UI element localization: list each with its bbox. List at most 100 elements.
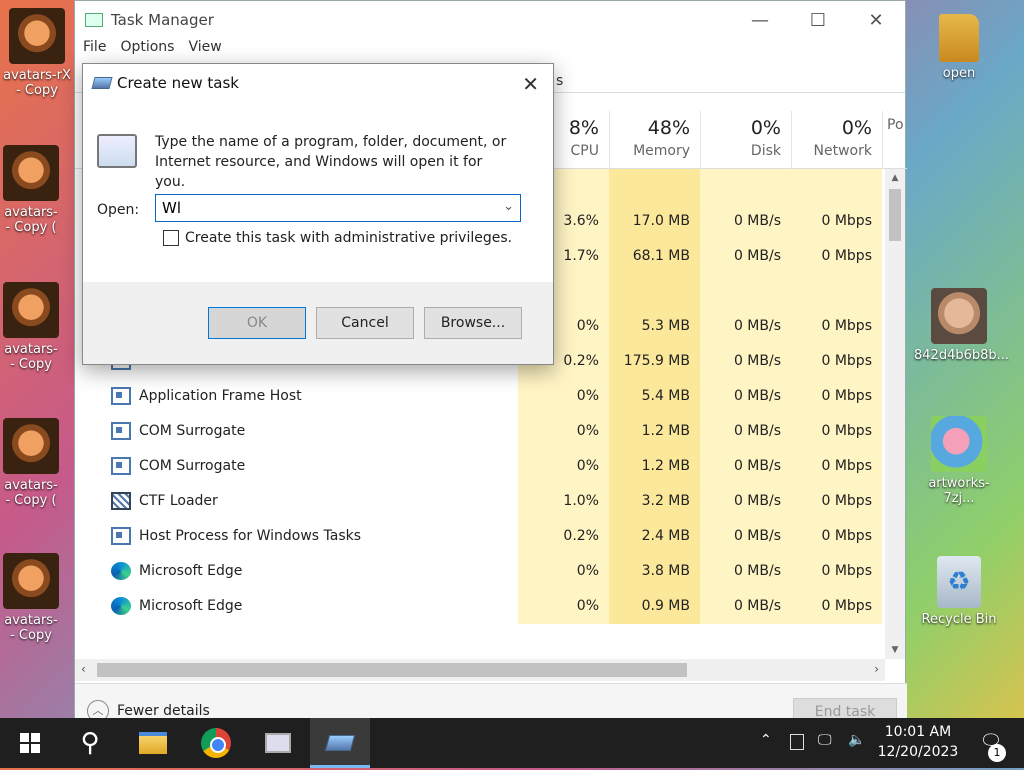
menu-file[interactable]: File — [83, 39, 106, 63]
disk-cell: 0 MB/s — [700, 309, 791, 344]
column-memory[interactable]: 48% Memory — [609, 111, 700, 169]
image-thumbnail-icon — [3, 282, 59, 338]
desktop-icon-842d[interactable]: 842d4b6b8b... — [914, 288, 1009, 363]
memory-cell: 5.3 MB — [609, 309, 700, 344]
desktop-icon-recycle-bin[interactable]: Recycle Bin — [914, 556, 1004, 627]
disk-cell: 0 MB/s — [700, 484, 791, 519]
disk-cell: 0 MB/s — [700, 204, 791, 239]
table-row[interactable]: Microsoft Edge 0% 0.9 MB 0 MB/s 0 Mbps — [75, 589, 885, 624]
dialog-body: Create new task ✕ Type the name of a pro… — [83, 64, 553, 282]
taskbar-file-explorer[interactable] — [123, 718, 183, 768]
memory-cell: 3.8 MB — [609, 554, 700, 589]
notification-center-button[interactable]: 🗨 1 — [966, 718, 1016, 768]
disk-cell: 0 MB/s — [700, 344, 791, 379]
memory-label: Memory — [633, 143, 690, 159]
minimize-button[interactable]: — — [731, 10, 789, 31]
disk-cell: 0 MB/s — [700, 239, 791, 274]
desktop-icon-avatars-5[interactable]: avatars- - Copy — [0, 553, 76, 643]
run-icon — [324, 735, 356, 751]
table-row[interactable]: CTF Loader 1.0% 3.2 MB 0 MB/s 0 Mbps — [75, 484, 885, 519]
dialog-description: Type the name of a program, folder, docu… — [155, 134, 507, 190]
window-title: Task Manager — [111, 11, 214, 29]
network-cell: 0 Mbps — [791, 589, 882, 624]
start-button[interactable] — [0, 718, 60, 768]
memory-cell: 17.0 MB — [609, 204, 700, 239]
table-row[interactable]: COM Surrogate 0% 1.2 MB 0 MB/s 0 Mbps — [75, 414, 885, 449]
desktop-icon-label: avatars- — [4, 205, 58, 220]
fewer-details-label: Fewer details — [117, 703, 210, 719]
desktop-icon-label: open — [942, 66, 976, 81]
volume-muted-icon[interactable]: 🔈 — [848, 732, 865, 748]
network-icon[interactable]: 🖵 — [818, 732, 832, 748]
power-label: Po — [887, 117, 904, 133]
open-combobox[interactable]: ⌄ — [155, 194, 521, 222]
chevron-up-icon[interactable]: ⌃ — [760, 732, 772, 748]
title-bar[interactable]: Task Manager — ☐ ✕ — [75, 1, 905, 39]
desktop-icon-label: - Copy — [10, 357, 52, 372]
taskbar-task-manager[interactable] — [248, 718, 308, 768]
desktop-icon-artworks[interactable]: artworks-7zj... — [914, 416, 1004, 506]
run-program-icon — [97, 134, 137, 168]
table-row[interactable]: Microsoft Edge 0% 3.8 MB 0 MB/s 0 Mbps — [75, 554, 885, 589]
desktop-icon-avatars-3[interactable]: avatars- - Copy — [0, 282, 76, 372]
tablet-icon[interactable] — [790, 734, 804, 750]
open-input[interactable] — [156, 195, 486, 221]
clock[interactable]: 10:01 AM 12/20/2023 — [872, 722, 964, 762]
cpu-cell: 0% — [518, 379, 609, 414]
menu-bar: File Options View — [75, 39, 905, 63]
cancel-button[interactable]: Cancel — [316, 307, 414, 339]
taskbar-run-dialog[interactable] — [310, 718, 370, 768]
menu-options[interactable]: Options — [120, 39, 174, 63]
desktop-icon-avatars-4[interactable]: avatars- - Copy ( — [0, 418, 76, 508]
horizontal-scrollbar[interactable]: ‹ › — [75, 659, 885, 681]
desktop-icon-label: avatars- — [4, 342, 58, 357]
close-button[interactable]: ✕ — [847, 10, 905, 31]
network-cell — [791, 169, 882, 204]
table-row[interactable]: Application Frame Host 0% 5.4 MB 0 MB/s 0 Mb… — [75, 379, 885, 414]
process-name: COM Surrogate — [139, 423, 246, 439]
desktop-icon-label: avatars-rX — [3, 68, 71, 83]
chevron-down-icon[interactable]: ⌄ — [503, 199, 514, 214]
network-percent: 0% — [841, 117, 872, 139]
task-manager-icon — [85, 13, 103, 27]
dialog-title-bar[interactable]: Create new task — [83, 64, 553, 102]
network-label: Network — [813, 143, 872, 159]
ok-button[interactable]: OK — [208, 307, 306, 339]
scroll-left-icon[interactable]: ‹ — [81, 662, 86, 676]
image-thumbnail-icon — [3, 553, 59, 609]
dialog-title: Create new task — [117, 74, 239, 92]
maximize-button[interactable]: ☐ — [789, 10, 847, 31]
scroll-thumb[interactable] — [889, 189, 901, 241]
clock-date: 12/20/2023 — [877, 744, 959, 760]
cpu-cell: 0% — [518, 589, 609, 624]
admin-checkbox[interactable] — [163, 230, 179, 246]
search-button[interactable]: ⚲ — [60, 718, 120, 768]
scroll-right-icon[interactable]: › — [874, 662, 879, 676]
desktop-icon-avatars-1[interactable]: avatars-rX - Copy — [0, 8, 82, 98]
task-manager-icon — [265, 733, 291, 753]
image-thumbnail-icon — [9, 8, 65, 64]
browse-button[interactable]: Browse... — [424, 307, 522, 339]
taskbar-chrome[interactable] — [186, 718, 246, 768]
disk-cell: 0 MB/s — [700, 414, 791, 449]
table-row[interactable]: COM Surrogate 0% 1.2 MB 0 MB/s 0 Mbps — [75, 449, 885, 484]
scroll-thumb[interactable] — [97, 663, 687, 677]
network-cell: 0 Mbps — [791, 344, 882, 379]
disk-cell: 0 MB/s — [700, 554, 791, 589]
column-network[interactable]: 0% Network — [791, 111, 882, 169]
scroll-down-icon[interactable]: ▼ — [885, 645, 905, 655]
column-power[interactable]: Po — [882, 111, 907, 169]
column-disk[interactable]: 0% Disk — [700, 111, 791, 169]
process-name: Application Frame Host — [139, 388, 302, 404]
cpu-cell: 0% — [518, 554, 609, 589]
table-row[interactable]: Host Process for Windows Tasks 0.2% 2.4 MB… — [75, 519, 885, 554]
desktop-icon-open-folder[interactable]: open — [914, 14, 1004, 81]
admin-privileges-option[interactable]: Create this task with administrative pri… — [163, 230, 512, 246]
dialog-close-button[interactable]: ✕ — [522, 72, 539, 96]
clock-time: 10:01 AM — [884, 724, 952, 740]
scroll-up-icon[interactable]: ▲ — [885, 173, 905, 183]
desktop-icon-avatars-2[interactable]: avatars- - Copy ( — [0, 145, 76, 235]
menu-view[interactable]: View — [188, 39, 221, 63]
taskbar: ⚲ ⌃ 🖵 🔈 10:01 AM 12/20/2023 🗨 1 — [0, 718, 1024, 768]
vertical-scrollbar[interactable]: ▲ ▼ — [885, 169, 905, 659]
